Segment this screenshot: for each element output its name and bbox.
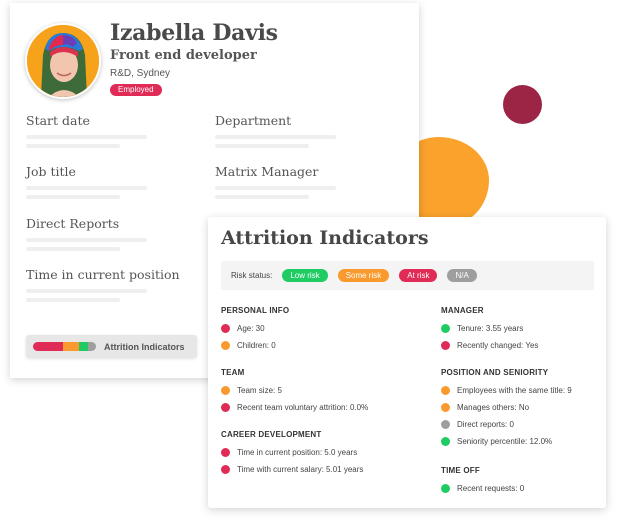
placeholder-line — [26, 195, 120, 199]
placeholder-line — [26, 186, 147, 190]
indicator-item: Time in current position: 5.0 years — [221, 444, 363, 461]
indicator-text: Direct reports: 0 — [457, 420, 514, 429]
indicator-text: Recent team voluntary attrition: 0.0% — [237, 403, 369, 412]
legend-at-risk: At risk — [399, 269, 438, 282]
indicator-item: Recently changed: Yes — [441, 337, 538, 354]
panel-title: Attrition Indicators — [221, 227, 429, 249]
risk-dot-icon — [221, 448, 230, 457]
indicator-item: Children: 0 — [221, 337, 289, 354]
indicator-item: Age: 30 — [221, 320, 289, 337]
indicator-text: Recent requests: 0 — [457, 484, 525, 493]
legend-low-risk: Low risk — [282, 269, 328, 282]
field-time-in-position: Time in current position — [26, 267, 180, 302]
risk-dot-icon — [441, 403, 450, 412]
avatar-photo-icon — [27, 25, 99, 97]
attrition-indicators-button[interactable]: Attrition Indicators — [26, 335, 197, 358]
legend-some-risk: Some risk — [337, 269, 390, 282]
indicator-text: Age: 30 — [237, 324, 265, 333]
risk-segment-gray — [87, 342, 96, 351]
indicator-text: Time with current salary: 5.01 years — [237, 465, 364, 474]
placeholder-line — [26, 135, 147, 139]
section-title: TIME OFF — [441, 466, 480, 475]
field-department: Department — [215, 113, 345, 148]
avatar — [25, 23, 101, 99]
risk-dot-icon — [441, 420, 450, 429]
risk-dot-icon — [441, 437, 450, 446]
placeholder-line — [215, 195, 309, 199]
section-manager: MANAGER Tenure: 3.55 years Recently change… — [441, 306, 538, 354]
risk-dot-icon — [221, 341, 230, 350]
indicator-item: Seniority percentile: 12.0% — [441, 433, 572, 450]
indicator-text: Time in current position: 5.0 years — [237, 448, 358, 457]
risk-segment-red — [33, 342, 64, 351]
section-position-seniority: POSITION AND SENIORITY Employees with the… — [441, 368, 572, 450]
risk-dot-icon — [441, 386, 450, 395]
risk-segment-orange — [63, 342, 79, 351]
field-label: Start date — [26, 113, 90, 128]
section-team: TEAM Team size: 5 Recent team voluntary at… — [221, 368, 368, 416]
placeholder-line — [215, 135, 336, 139]
attrition-indicators-panel: Attrition Indicators Risk status: Low ri… — [208, 217, 606, 508]
indicator-text: Children: 0 — [237, 341, 276, 350]
employee-name: Izabella Davis — [110, 20, 278, 46]
indicator-text: Manages others: No — [457, 403, 530, 412]
indicator-item: Recent requests: 0 — [441, 480, 524, 497]
decorative-maroon-dot — [503, 85, 542, 124]
risk-status-legend: Risk status: Low risk Some risk At risk … — [221, 261, 594, 290]
field-label: Time in current position — [26, 267, 180, 282]
risk-dot-icon — [441, 341, 450, 350]
indicator-text: Recently changed: Yes — [457, 341, 539, 350]
risk-summary-bar — [33, 342, 96, 351]
indicator-item: Manages others: No — [441, 399, 572, 416]
field-label: Job title — [26, 164, 76, 179]
indicator-item: Employees with the same title: 9 — [441, 382, 572, 399]
field-direct-reports: Direct Reports — [26, 216, 156, 251]
indicator-text: Employees with the same title: 9 — [457, 386, 572, 395]
field-label: Matrix Manager — [215, 164, 319, 179]
placeholder-line — [215, 144, 309, 148]
indicator-item: Recent team voluntary attrition: 0.0% — [221, 399, 368, 416]
section-time-off: TIME OFF Recent requests: 0 — [441, 466, 524, 497]
risk-dot-icon — [221, 324, 230, 333]
indicator-item: Direct reports: 0 — [441, 416, 572, 433]
attrition-indicators-label: Attrition Indicators — [104, 341, 185, 352]
risk-dot-icon — [441, 484, 450, 493]
indicator-item: Tenure: 3.55 years — [441, 320, 538, 337]
field-label: Direct Reports — [26, 216, 120, 231]
section-title: CAREER DEVELOPMENT — [221, 430, 322, 439]
field-label: Department — [215, 113, 292, 128]
placeholder-line — [26, 238, 147, 242]
risk-dot-icon — [441, 324, 450, 333]
field-job-title: Job title — [26, 164, 156, 199]
section-career-development: CAREER DEVELOPMENT Time in current positi… — [221, 430, 363, 478]
risk-dot-icon — [221, 465, 230, 474]
section-title: MANAGER — [441, 306, 484, 315]
indicator-item: Team size: 5 — [221, 382, 368, 399]
section-title: TEAM — [221, 368, 245, 377]
section-title: POSITION AND SENIORITY — [441, 368, 549, 377]
placeholder-line — [26, 144, 120, 148]
section-personal-info: PERSONAL INFO Age: 30 Children: 0 — [221, 306, 289, 354]
employee-location: R&D, Sydney — [110, 68, 171, 79]
field-start-date: Start date — [26, 113, 156, 148]
placeholder-line — [26, 289, 147, 293]
employment-status-badge: Employed — [110, 84, 162, 96]
indicator-text: Tenure: 3.55 years — [457, 324, 524, 333]
risk-status-label: Risk status: — [231, 271, 273, 280]
placeholder-line — [215, 186, 336, 190]
indicator-text: Team size: 5 — [237, 386, 282, 395]
placeholder-line — [26, 247, 120, 251]
indicator-text: Seniority percentile: 12.0% — [457, 437, 553, 446]
field-matrix-manager: Matrix Manager — [215, 164, 345, 199]
employee-role: Front end developer — [110, 48, 257, 63]
risk-dot-icon — [221, 386, 230, 395]
placeholder-line — [26, 298, 120, 302]
risk-dot-icon — [221, 403, 230, 412]
indicator-item: Time with current salary: 5.01 years — [221, 461, 363, 478]
risk-segment-green — [78, 342, 88, 351]
section-title: PERSONAL INFO — [221, 306, 290, 315]
legend-na: N/A — [447, 269, 477, 282]
